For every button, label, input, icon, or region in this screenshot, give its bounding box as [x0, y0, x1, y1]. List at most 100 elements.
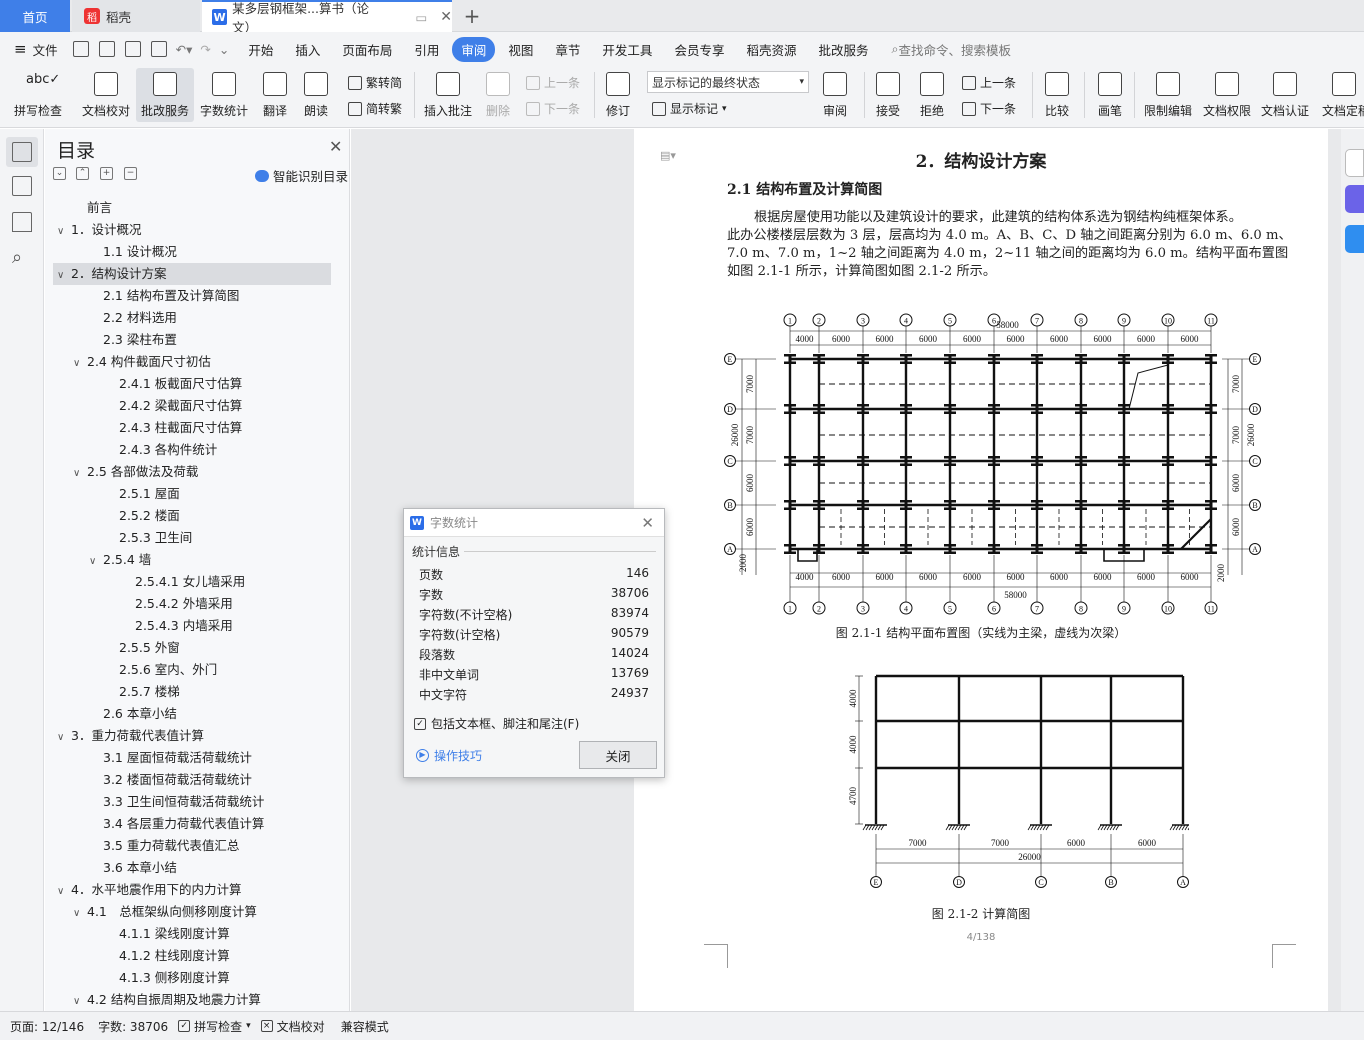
toc-item[interactable]: 2.5.5 外窗: [53, 637, 331, 659]
search-icon[interactable]: ⌕: [12, 247, 22, 268]
reject-button[interactable]: 拒绝: [914, 68, 950, 122]
bookmark-icon[interactable]: [12, 212, 32, 232]
toc-item[interactable]: ∨ 2.5.4 墙: [53, 549, 331, 571]
toc-item[interactable]: 前言: [53, 197, 331, 219]
save-icon[interactable]: [72, 41, 89, 57]
doc-finalize-button[interactable]: 文档定稿: [1318, 68, 1364, 122]
toc-item[interactable]: 1.1 设计概况: [53, 241, 331, 263]
toc-item[interactable]: 3.6 本章小结: [53, 857, 331, 879]
toc-item[interactable]: ∨ 3．重力荷载代表值计算: [53, 725, 331, 747]
toc-item[interactable]: 2.5.1 屋面: [53, 483, 331, 505]
word-count-button[interactable]: 字数统计: [196, 68, 252, 122]
toc-item[interactable]: 4.1.3 侧移刚度计算: [53, 967, 331, 989]
prev-comment-button[interactable]: 上一条: [526, 74, 580, 91]
toc-item[interactable]: 2.3 梁柱布置: [53, 329, 331, 351]
toc-item[interactable]: 2.2 材料选用: [53, 307, 331, 329]
toc-item[interactable]: ∨ 4.1 总框架纵向侧移刚度计算: [53, 901, 331, 923]
expand-up-icon[interactable]: ⌃: [76, 167, 89, 180]
tab-home[interactable]: 首页: [0, 0, 70, 32]
chevron-down-icon[interactable]: ∨: [73, 463, 87, 485]
doc-tools-icon[interactable]: [1345, 225, 1364, 253]
smart-toc-button[interactable]: 智能识别目录: [255, 166, 348, 185]
navigation-icon[interactable]: [12, 176, 32, 196]
menu-item[interactable]: 会员专享: [665, 37, 733, 62]
menu-item[interactable]: 页面布局: [333, 37, 401, 62]
proofread-button[interactable]: 文档校对: [78, 68, 134, 122]
word-count-indicator[interactable]: 字数: 38706: [98, 1018, 168, 1035]
close-icon[interactable]: ✕: [329, 137, 342, 156]
toc-item[interactable]: 2.5.3 卫生间: [53, 527, 331, 549]
restrict-edit-button[interactable]: 限制编辑: [1140, 68, 1196, 122]
next-change-button[interactable]: 下一条: [962, 100, 1016, 117]
chevron-down-icon[interactable]: ∨: [57, 727, 71, 749]
include-textbox-checkbox[interactable]: ✓ 包括文本框、脚注和尾注(F): [414, 715, 579, 732]
doc-certify-button[interactable]: 文档认证: [1258, 68, 1312, 122]
chevron-down-icon[interactable]: ∨: [57, 221, 71, 243]
collapse-all-icon[interactable]: ⌄: [53, 167, 66, 180]
menu-item[interactable]: 开始: [239, 37, 282, 62]
toc-item[interactable]: 2.5.4.1 女儿墙采用: [53, 571, 331, 593]
toc-item[interactable]: 2.4.1 板截面尺寸估算: [53, 373, 331, 395]
toc-item[interactable]: 3.1 屋面恒荷载活荷载统计: [53, 747, 331, 769]
collapse-icon[interactable]: [1345, 149, 1364, 177]
ai-assist-icon[interactable]: [1345, 185, 1364, 213]
tips-link[interactable]: ▶ 操作技巧: [416, 747, 482, 764]
doc-permission-button[interactable]: 文档权限: [1200, 68, 1254, 122]
toc-item[interactable]: 2.4.3 各构件统计: [53, 439, 331, 461]
more-quick-icon[interactable]: ⌄: [219, 42, 229, 57]
compare-button[interactable]: 比较: [1038, 68, 1076, 122]
translate-button[interactable]: 翻译: [255, 68, 295, 122]
close-dialog-button[interactable]: 关闭: [579, 741, 657, 769]
chevron-down-icon[interactable]: ∨: [89, 551, 103, 573]
chevron-down-icon[interactable]: ∨: [73, 991, 87, 1005]
pen-button[interactable]: 画笔: [1092, 68, 1128, 122]
chevron-down-icon[interactable]: ∨: [73, 353, 87, 375]
toc-item[interactable]: 3.5 重力荷载代表值汇总: [53, 835, 331, 857]
track-changes-button[interactable]: 修订: [600, 68, 636, 122]
read-aloud-button[interactable]: 朗读: [298, 68, 334, 122]
toc-item[interactable]: 2.4.2 梁截面尺寸估算: [53, 395, 331, 417]
tab-document[interactable]: W 某多层钢框架...算书（论文） ▭ ✕: [202, 0, 452, 35]
simp-to-trad-button[interactable]: 简转繁: [348, 100, 402, 117]
toc-item[interactable]: ∨ 2．结构设计方案: [53, 263, 331, 285]
hamburger-icon[interactable]: ≡: [14, 40, 27, 58]
next-comment-button[interactable]: 下一条: [526, 100, 580, 117]
toc-item[interactable]: ∨ 2.5 各部做法及荷载: [53, 461, 331, 483]
toc-item[interactable]: 2.6 本章小结: [53, 703, 331, 725]
add-tab-icon[interactable]: +: [460, 0, 484, 32]
toc-item[interactable]: 2.5.6 室内、外门: [53, 659, 331, 681]
spell-check-status[interactable]: ✓ 拼写检查 ▾: [178, 1018, 251, 1035]
toc-item[interactable]: 2.5.4.3 内墙采用: [53, 615, 331, 637]
pin-icon[interactable]: ▭: [415, 10, 427, 25]
show-markup-button[interactable]: 显示标记 ▾: [652, 100, 727, 117]
toc-item[interactable]: ∨ 4.2 结构自振周期及地震力计算: [53, 989, 331, 1005]
print-icon[interactable]: [124, 41, 141, 57]
accept-button[interactable]: 接受: [870, 68, 906, 122]
command-search[interactable]: 查找命令、搜索模板: [899, 40, 1012, 59]
chevron-down-icon[interactable]: ∨: [57, 265, 71, 287]
review-pane-button[interactable]: 审阅: [816, 68, 854, 122]
export-pdf-icon[interactable]: [98, 41, 115, 57]
toc-item[interactable]: ∨ 1．设计概况: [53, 219, 331, 241]
undo-icon[interactable]: ↶▾: [176, 42, 193, 57]
menu-item[interactable]: 插入: [286, 37, 329, 62]
tab-docer[interactable]: 稻稻壳: [72, 0, 200, 32]
toc-item[interactable]: ∨ 2.4 构件截面尺寸初估: [53, 351, 331, 373]
delete-comment-button[interactable]: 删除: [480, 68, 516, 122]
proof-status[interactable]: × 文档校对: [260, 1018, 325, 1035]
menu-item[interactable]: 引用: [405, 37, 448, 62]
toc-item[interactable]: 4.1.1 梁线刚度计算: [53, 923, 331, 945]
toc-item[interactable]: 2.5.2 楼面: [53, 505, 331, 527]
toc-item[interactable]: 2.5.4.2 外墙采用: [53, 593, 331, 615]
toc-item[interactable]: ∨ 4．水平地震作用下的内力计算: [53, 879, 331, 901]
toc-item[interactable]: 3.4 各层重力荷载代表值计算: [53, 813, 331, 835]
close-icon[interactable]: ✕: [641, 514, 654, 532]
menu-item[interactable]: 批改服务: [809, 37, 877, 62]
toc-item[interactable]: 2.1 结构布置及计算简图: [53, 285, 331, 307]
prev-change-button[interactable]: 上一条: [962, 74, 1016, 91]
toc-item[interactable]: 2.4.3 柱截面尺寸估算: [53, 417, 331, 439]
toc-item[interactable]: 2.5.7 楼梯: [53, 681, 331, 703]
add-level-icon[interactable]: +: [100, 167, 113, 180]
menu-item[interactable]: 章节: [546, 37, 589, 62]
close-tab-icon[interactable]: ✕: [440, 9, 452, 25]
